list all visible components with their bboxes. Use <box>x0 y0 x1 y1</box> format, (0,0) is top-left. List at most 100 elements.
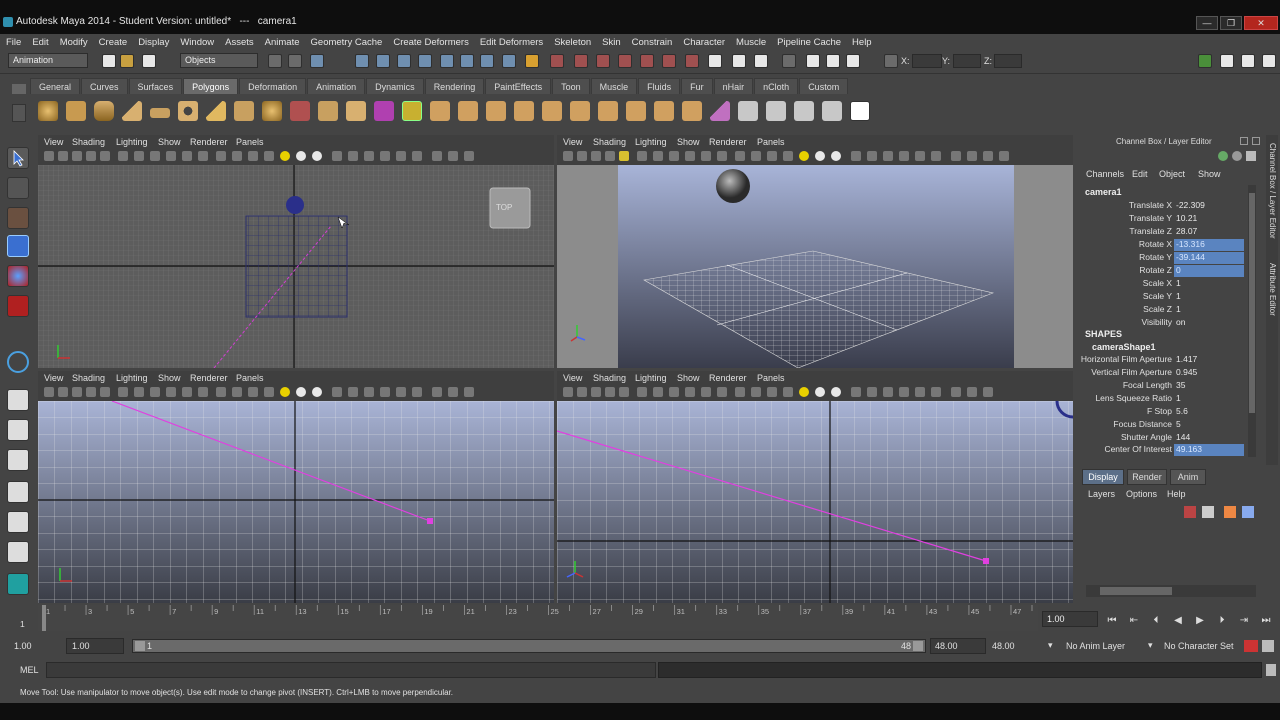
side-viewport[interactable] <box>38 401 554 603</box>
animation-start-field[interactable]: 1.00 <box>14 641 32 651</box>
playback-end-field[interactable]: 48.00 <box>935 641 958 651</box>
panel-menu-view[interactable]: View <box>563 373 582 383</box>
shelf-tab-general[interactable]: General <box>30 78 81 94</box>
transform-field-icon[interactable] <box>884 54 898 68</box>
depth-of-field-icon[interactable] <box>448 387 458 397</box>
depth-of-field-icon[interactable] <box>448 151 458 161</box>
camera-attributes-icon[interactable] <box>577 151 587 161</box>
xray-joints-icon[interactable] <box>883 151 893 161</box>
attribute-editor-toggle-icon[interactable] <box>1198 54 1212 68</box>
attr-focus-distance[interactable]: Focus Distance 5 <box>1080 419 1266 432</box>
xray-components-icon[interactable] <box>899 151 909 161</box>
select-object-icon[interactable] <box>288 54 302 68</box>
camera-attributes-icon[interactable] <box>577 387 587 397</box>
cut-faces-icon[interactable] <box>710 101 730 121</box>
wireframe-icon[interactable] <box>735 151 745 161</box>
channel-box-toggle-icon[interactable] <box>1241 54 1255 68</box>
poly-cube-icon[interactable] <box>66 101 86 121</box>
textured-icon[interactable] <box>783 151 793 161</box>
shelf-tab-muscle[interactable]: Muscle <box>590 78 638 94</box>
attr-value[interactable]: 49.163 <box>1174 444 1244 456</box>
move-layer-up-icon[interactable] <box>1184 506 1196 518</box>
menu-geometry-cache[interactable]: Geometry Cache <box>311 37 383 48</box>
safe-title-icon[interactable] <box>198 151 208 161</box>
select-component-icon[interactable] <box>310 54 324 68</box>
menu-set-dropdown[interactable]: Animation <box>8 53 88 68</box>
attr-f-stop[interactable]: F Stop 5.6 <box>1080 406 1266 419</box>
attr-value[interactable]: 1.417 <box>1174 354 1244 366</box>
safe-action-icon[interactable] <box>182 387 192 397</box>
maximize-button[interactable]: ❐ <box>1220 16 1242 30</box>
attr-value[interactable]: 10.21 <box>1174 213 1244 225</box>
isolate-select-icon[interactable] <box>332 151 342 161</box>
x-field[interactable] <box>912 54 942 68</box>
select-hierarchy-icon[interactable] <box>268 54 282 68</box>
xray-components-icon[interactable] <box>380 387 390 397</box>
attr-value[interactable]: 5.6 <box>1174 406 1244 418</box>
attr-value[interactable]: 1 <box>1174 304 1244 316</box>
snap-grid-icon[interactable] <box>550 54 564 68</box>
panel-menu-lighting[interactable]: Lighting <box>116 373 148 383</box>
script-editor-icon[interactable] <box>1266 664 1276 676</box>
xray-icon[interactable] <box>867 387 877 397</box>
panel-menu-panels[interactable]: Panels <box>757 137 785 147</box>
menu-animate[interactable]: Animate <box>265 37 300 48</box>
high-quality-icon[interactable] <box>312 151 322 161</box>
grid-icon[interactable] <box>619 151 629 161</box>
high-quality-icon[interactable] <box>831 387 841 397</box>
history-icon[interactable] <box>662 54 676 68</box>
menu-edit-deformers[interactable]: Edit Deformers <box>480 37 543 48</box>
shape-node-name[interactable]: cameraShape1 <box>1092 342 1156 352</box>
channel-menu-channels[interactable]: Channels <box>1086 169 1124 179</box>
shelf-menu-icon[interactable] <box>12 84 26 94</box>
attr-scale-y[interactable]: Scale Y1 <box>1080 291 1266 304</box>
shelf-tab-polygons[interactable]: Polygons <box>183 78 239 94</box>
sidebar-toggle-3-icon[interactable] <box>846 54 860 68</box>
shelf-tab-toon[interactable]: Toon <box>552 78 590 94</box>
shadows-icon[interactable] <box>815 151 825 161</box>
attr-value[interactable]: 1 <box>1174 278 1244 290</box>
attr-value[interactable]: 1 <box>1174 393 1244 405</box>
film-gate-icon[interactable] <box>637 387 647 397</box>
gamma-icon[interactable] <box>464 151 474 161</box>
attr-rotate-x[interactable]: Rotate X -13.316 <box>1080 239 1266 252</box>
xray-joints-icon[interactable] <box>364 151 374 161</box>
paint-select-tool-icon[interactable] <box>7 207 29 229</box>
front-viewport[interactable] <box>557 401 1073 603</box>
gate-mask-icon[interactable] <box>150 387 160 397</box>
poly-plane-icon[interactable] <box>150 108 170 118</box>
attr-value[interactable]: 0.945 <box>1174 367 1244 379</box>
move-tool-icon[interactable] <box>7 235 29 257</box>
platonic-solids-icon[interactable] <box>346 101 366 121</box>
attr-value[interactable]: -39.144 <box>1174 252 1244 264</box>
attr-center-of-interest[interactable]: Center Of Interest 49.163 <box>1080 444 1266 457</box>
gamma-icon[interactable] <box>983 387 993 397</box>
go-to-start-icon[interactable]: ⏮ <box>1104 615 1120 626</box>
attr-value[interactable]: 5 <box>1174 419 1244 431</box>
wireframe-icon[interactable] <box>216 387 226 397</box>
menu-window[interactable]: Window <box>180 37 214 48</box>
channel-menu-show[interactable]: Show <box>1198 169 1221 179</box>
panel-menu-shading[interactable]: Shading <box>593 137 626 147</box>
panel-menu-show[interactable]: Show <box>158 373 181 383</box>
selected-object-name[interactable]: camera1 <box>1085 187 1122 197</box>
panel-menu-renderer[interactable]: Renderer <box>190 137 228 147</box>
xray-components-icon[interactable] <box>899 387 909 397</box>
isolate-select-icon[interactable] <box>332 387 342 397</box>
panel-menu-renderer[interactable]: Renderer <box>709 373 747 383</box>
menu-help[interactable]: Help <box>852 37 872 48</box>
new-scene-icon[interactable] <box>102 54 116 68</box>
menu-assets[interactable]: Assets <box>225 37 254 48</box>
xray-icon[interactable] <box>348 387 358 397</box>
film-gate-icon[interactable] <box>637 151 647 161</box>
create-layer-from-selection-icon[interactable] <box>1242 506 1254 518</box>
render-current-frame-icon[interactable] <box>685 54 699 68</box>
layer-menu-options[interactable]: Options <box>1126 489 1157 499</box>
select-camera-icon[interactable] <box>563 151 573 161</box>
side-tab-attribute-editor[interactable]: Attribute Editor <box>1268 263 1277 323</box>
snap-curve-icon[interactable] <box>574 54 588 68</box>
play-backward-icon[interactable]: ◀ <box>1170 615 1186 626</box>
panel-menu-show[interactable]: Show <box>158 137 181 147</box>
resolution-gate-icon[interactable] <box>653 387 663 397</box>
select-joint-icon[interactable] <box>376 54 390 68</box>
